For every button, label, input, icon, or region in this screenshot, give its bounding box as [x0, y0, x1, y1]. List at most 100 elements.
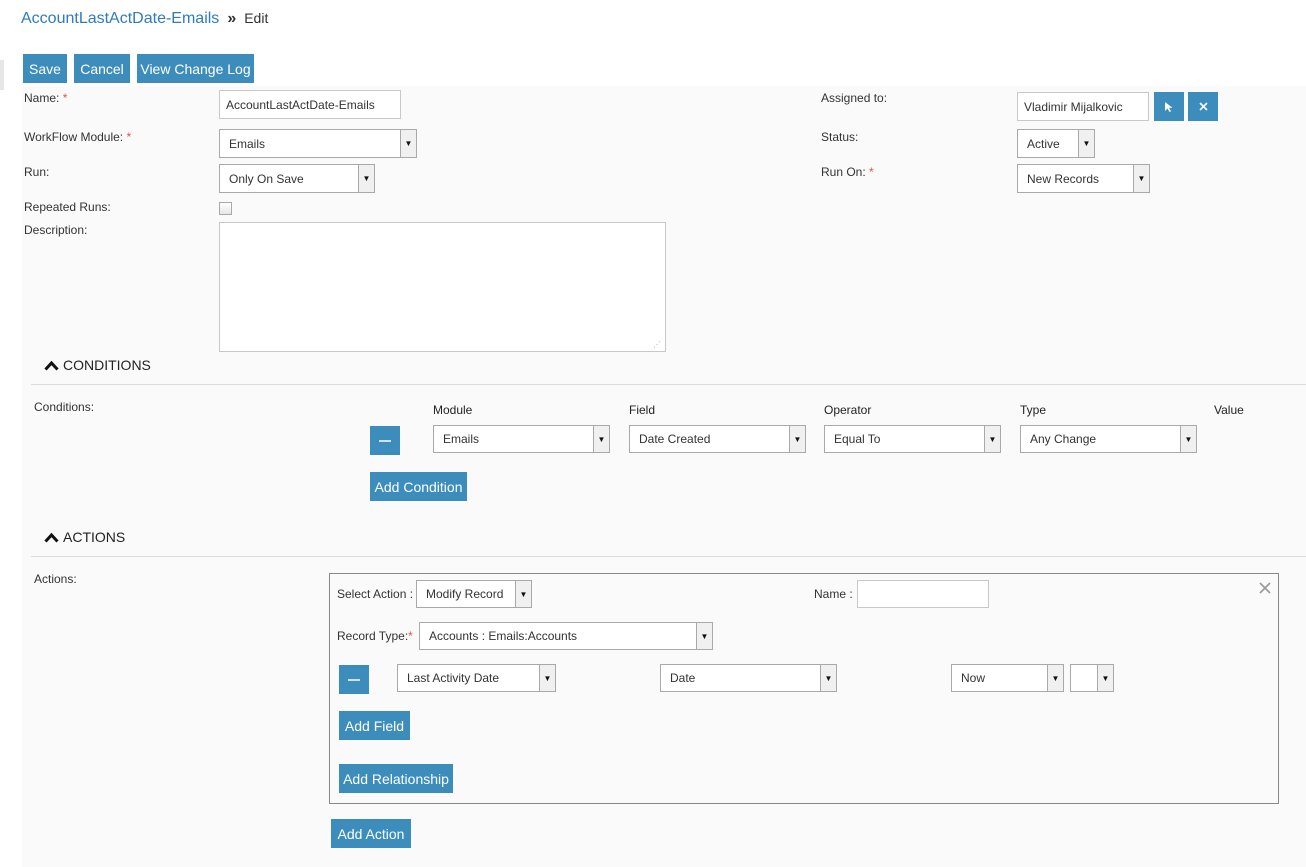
- record-type-select[interactable]: Accounts : Emails:Accounts ▼: [419, 622, 713, 650]
- remove-action-button[interactable]: [1259, 582, 1271, 597]
- resize-handle-icon[interactable]: ⋰: [653, 340, 661, 349]
- actions-label: Actions:: [34, 572, 77, 586]
- breadcrumb-current: Edit: [244, 10, 269, 26]
- description-textarea[interactable]: [219, 222, 666, 352]
- repeated-runs-checkbox[interactable]: [219, 202, 232, 215]
- action-name-input[interactable]: [857, 580, 989, 608]
- cancel-button[interactable]: Cancel: [74, 54, 130, 83]
- conditions-section-toggle[interactable]: CONDITIONS: [44, 357, 151, 373]
- column-header-field: Field: [629, 403, 656, 417]
- status-value: Active: [1027, 136, 1060, 151]
- action-field-value-select[interactable]: Now ▼: [951, 664, 1064, 692]
- action-field-value: Last Activity Date: [407, 671, 500, 685]
- action-field-type-value: Date: [670, 671, 696, 685]
- condition-field-select[interactable]: Date Created ▼: [629, 425, 806, 453]
- add-action-button[interactable]: Add Action: [331, 819, 411, 848]
- name-label-text: Name:: [24, 91, 60, 105]
- save-button[interactable]: Save: [23, 54, 67, 83]
- action-field-extra-select[interactable]: ▼: [1070, 664, 1114, 692]
- column-header-type: Type: [1020, 403, 1047, 417]
- action-field-select[interactable]: Last Activity Date ▼: [397, 664, 556, 692]
- actions-section-title: ACTIONS: [63, 529, 126, 545]
- add-field-button[interactable]: Add Field: [339, 711, 410, 740]
- action-field-type-select[interactable]: Date ▼: [660, 664, 837, 692]
- add-condition-button[interactable]: Add Condition: [370, 472, 467, 501]
- chevron-down-icon: ▼: [515, 581, 531, 607]
- record-type-value: Accounts : Emails:Accounts: [429, 629, 578, 643]
- add-relationship-button[interactable]: Add Relationship: [339, 764, 453, 793]
- chevron-down-icon: ▼: [400, 130, 416, 157]
- remove-condition-button[interactable]: [370, 426, 400, 455]
- breadcrumb: AccountLastActDate-Emails » Edit: [21, 10, 268, 28]
- chevron-down-icon: ▼: [539, 665, 555, 691]
- required-mark: *: [408, 629, 413, 643]
- column-header-value: Value: [1214, 403, 1244, 417]
- chevron-down-icon: ▼: [789, 426, 805, 452]
- divider: [31, 384, 1306, 385]
- chevron-down-icon: ▼: [1047, 665, 1063, 691]
- required-mark: *: [126, 130, 132, 144]
- status-select[interactable]: Active ▼: [1017, 129, 1095, 158]
- action-name-label: Name :: [814, 587, 853, 601]
- required-mark: *: [869, 165, 874, 179]
- run-on-label-text: Run On:: [821, 165, 866, 179]
- minus-icon: [379, 439, 391, 442]
- run-label: Run:: [24, 165, 50, 179]
- assigned-to-input[interactable]: Vladimir Mijalkovic: [1017, 92, 1149, 121]
- breadcrumb-separator: »: [227, 10, 237, 27]
- chevron-up-icon: [44, 532, 59, 543]
- run-value: Only On Save: [229, 171, 304, 186]
- description-label: Description:: [24, 223, 88, 237]
- assigned-to-label: Assigned to:: [821, 91, 888, 105]
- select-action-select[interactable]: Modify Record ▼: [416, 580, 532, 608]
- condition-module-select[interactable]: Emails ▼: [433, 425, 610, 453]
- chevron-down-icon: ▼: [1097, 665, 1113, 691]
- conditions-section-title: CONDITIONS: [63, 357, 151, 373]
- condition-field-value: Date Created: [639, 432, 711, 446]
- close-icon: [1259, 582, 1271, 594]
- select-action-value: Modify Record: [426, 587, 504, 601]
- run-select[interactable]: Only On Save ▼: [219, 164, 375, 193]
- chevron-up-icon: [44, 360, 59, 371]
- chevron-down-icon: ▼: [1078, 130, 1094, 157]
- actions-section-toggle[interactable]: ACTIONS: [44, 529, 125, 545]
- cursor-icon: [1165, 101, 1173, 112]
- condition-operator-select[interactable]: Equal To ▼: [824, 425, 1001, 453]
- chevron-down-icon: ▼: [358, 165, 374, 192]
- conditions-label: Conditions:: [34, 400, 95, 414]
- record-type-label: Record Type:*: [337, 629, 413, 643]
- close-icon: [1198, 102, 1208, 111]
- name-label: Name: *: [24, 91, 67, 105]
- repeated-runs-label: Repeated Runs:: [24, 200, 111, 214]
- select-user-button[interactable]: [1154, 92, 1184, 121]
- run-on-select[interactable]: New Records ▼: [1017, 164, 1150, 193]
- column-header-operator: Operator: [824, 403, 872, 417]
- chevron-down-icon: ▼: [696, 623, 712, 649]
- action-field-value-value: Now: [961, 671, 986, 685]
- condition-type-value: Any Change: [1030, 432, 1097, 446]
- select-action-label: Select Action :: [337, 587, 414, 601]
- left-edge-tab: [0, 60, 4, 90]
- minus-icon: [348, 678, 360, 681]
- workflow-module-value: Emails: [229, 136, 266, 151]
- workflow-module-label-text: WorkFlow Module:: [24, 130, 124, 144]
- condition-type-select[interactable]: Any Change ▼: [1020, 425, 1197, 453]
- chevron-down-icon: ▼: [984, 426, 1000, 452]
- breadcrumb-title-link[interactable]: AccountLastActDate-Emails: [21, 10, 219, 28]
- chevron-down-icon: ▼: [593, 426, 609, 452]
- workflow-module-select[interactable]: Emails ▼: [219, 129, 417, 158]
- run-on-label: Run On: *: [821, 165, 874, 179]
- clear-user-button[interactable]: [1188, 92, 1218, 121]
- name-input[interactable]: AccountLastActDate-Emails: [219, 90, 401, 119]
- run-on-value: New Records: [1027, 171, 1100, 186]
- column-header-module: Module: [433, 403, 473, 417]
- required-mark: *: [62, 91, 68, 105]
- condition-module-value: Emails: [443, 432, 480, 446]
- condition-operator-value: Equal To: [834, 432, 881, 446]
- record-type-label-text: Record Type:: [337, 629, 409, 643]
- view-change-log-button[interactable]: View Change Log: [137, 54, 254, 83]
- chevron-down-icon: ▼: [1133, 165, 1149, 192]
- status-label: Status:: [821, 130, 859, 144]
- remove-field-button[interactable]: [339, 665, 369, 694]
- chevron-down-icon: ▼: [820, 665, 836, 691]
